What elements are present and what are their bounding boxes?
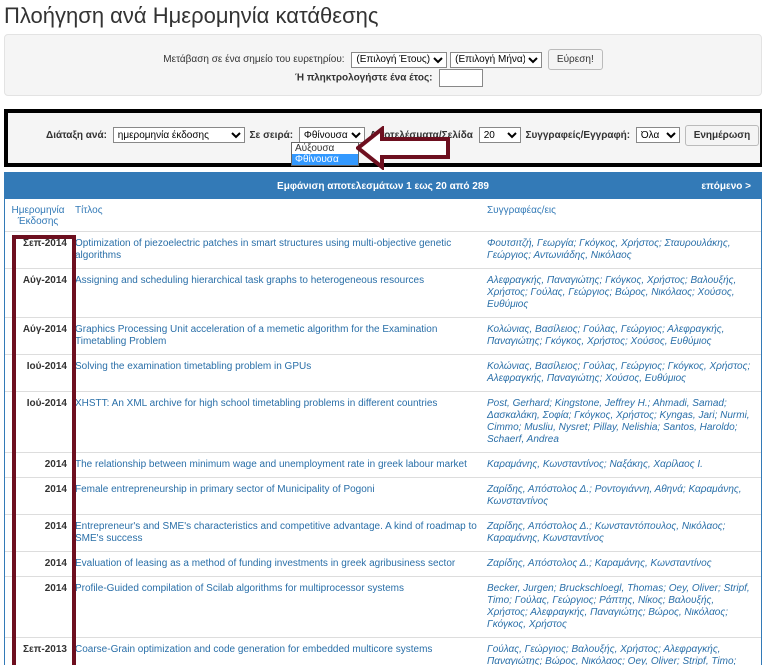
results-header: Εμφάνιση αποτελεσμάτων 1 εως 20 από 289 … [5, 173, 761, 199]
table-row: 2014 Evaluation of leasing as a method of… [5, 552, 761, 577]
item-title-link[interactable]: The relationship between minimum wage an… [75, 459, 467, 470]
item-authors[interactable]: Αλεφραγκής, Παναγιώτης; Γκόγκος, Χρήστος… [487, 275, 736, 310]
sort-by-label: Διάταξη ανά: [46, 130, 107, 141]
table-row: Ιού-2014 XHSTT: An XML archive for high s… [5, 392, 761, 453]
sort-by-select[interactable]: ημερομηνία έκδοσης [113, 127, 245, 143]
column-header-date[interactable]: Ημερομηνία Έκδοσης [5, 199, 71, 232]
row-authors: Ζαρίδης, Απόστολος Δ.; Καραμάνης, Κωνστα… [483, 552, 761, 577]
item-title-link[interactable]: Graphics Processing Unit acceleration of… [75, 324, 437, 347]
row-title: Solving the examination timetabling prob… [71, 355, 483, 392]
row-title: The relationship between minimum wage an… [71, 453, 483, 478]
order-option-descending[interactable]: Φθίνουσα [292, 154, 358, 165]
order-select[interactable]: Φθίνουσα [299, 127, 365, 143]
item-authors[interactable]: Ζαρίδης, Απόστολος Δ.; Κωνσταντόπουλος, … [487, 521, 725, 544]
item-authors[interactable]: Καραμάνης, Κωνσταντίνος; Ναξάκης, Χαρίλα… [487, 459, 703, 470]
row-authors: Ζαρίδης, Απόστολος Δ.; Κωνσταντόπουλος, … [483, 515, 761, 552]
row-authors: Καραμάνης, Κωνσταντίνος; Ναξάκης, Χαρίλα… [483, 453, 761, 478]
table-row: 2014 Female entrepreneurship in primary s… [5, 478, 761, 515]
row-title: Profile-Guided compilation of Scilab alg… [71, 577, 483, 638]
item-title-link[interactable]: XHSTT: An XML archive for high school ti… [75, 398, 437, 409]
row-date: 2014 [5, 453, 71, 478]
item-authors[interactable]: Φουτσιτζή, Γεωργία; Γκόγκος, Χρήστος; Στ… [487, 238, 730, 261]
row-date: Ιού-2014 [5, 392, 71, 453]
authors-per-record-label: Συγγραφείς/Εγγραφή: [525, 130, 630, 141]
item-title-link[interactable]: Entrepreneur's and SME's characteristics… [75, 521, 477, 544]
item-authors[interactable]: Becker, Jurgen; Bruckschloegl, Thomas; O… [487, 583, 750, 630]
row-title: Graphics Processing Unit acceleration of… [71, 318, 483, 355]
row-authors: Κολώνιας, Βασίλειος; Γούλας, Γεώργιος; Γ… [483, 355, 761, 392]
table-row: Αύγ-2014 Assigning and scheduling hierarc… [5, 269, 761, 318]
item-title-link[interactable]: Coarse-Grain optimization and code gener… [75, 644, 432, 655]
year-input[interactable] [439, 69, 483, 87]
results-table: Ημερομηνία Έκδοσης Τίτλος Συγγραφέας/εις… [5, 199, 761, 665]
results-per-page-select[interactable]: 20 [479, 127, 521, 143]
results-panel: Εμφάνιση αποτελεσμάτων 1 εως 20 από 289 … [4, 172, 762, 665]
item-authors[interactable]: Κολώνιας, Βασίλειος; Γούλας, Γεώργιος; Α… [487, 324, 724, 347]
update-button[interactable]: Ενημέρωση [685, 125, 760, 146]
page-title: Πλοήγηση ανά Ημερομηνία κατάθεσης [4, 3, 379, 29]
row-date: Ιού-2014 [5, 355, 71, 392]
browse-jump-panel: Μετάβαση σε ένα σημείο του ευρετηρίου: (… [4, 34, 762, 96]
row-title: Female entrepreneurship in primary secto… [71, 478, 483, 515]
row-date: 2014 [5, 515, 71, 552]
year-input-row: Ή πληκτρολογήστε ένα έτος: [295, 69, 483, 87]
row-title: Optimization of piezoelectric patches in… [71, 232, 483, 269]
next-page-link[interactable]: επόμενο > [701, 181, 751, 192]
row-title: Assigning and scheduling hierarchical ta… [71, 269, 483, 318]
row-authors: Αλεφραγκής, Παναγιώτης; Γκόγκος, Χρήστος… [483, 269, 761, 318]
item-title-link[interactable]: Solving the examination timetabling prob… [75, 361, 311, 372]
order-option-ascending[interactable]: Αύξουσα [292, 143, 358, 154]
row-authors: Γούλας, Γεώργιος; Βαλουξής, Χρήστος; Αλε… [483, 638, 761, 665]
table-row: Ιού-2014 Solving the examination timetabl… [5, 355, 761, 392]
column-header-authors[interactable]: Συγγραφέας/εις [483, 199, 761, 232]
table-row: 2014 The relationship between minimum wag… [5, 453, 761, 478]
jump-label: Μετάβαση σε ένα σημείο του ευρετηρίου: [163, 54, 344, 65]
item-authors[interactable]: Κολώνιας, Βασίλειος; Γούλας, Γεώργιος; Γ… [487, 361, 750, 384]
item-title-link[interactable]: Assigning and scheduling hierarchical ta… [75, 275, 424, 286]
row-title: XHSTT: An XML archive for high school ti… [71, 392, 483, 453]
row-title: Evaluation of leasing as a method of fun… [71, 552, 483, 577]
month-select[interactable]: (Επιλογή Μήνα) [450, 52, 542, 68]
row-date: Σεπ-2013 [5, 638, 71, 665]
item-title-link[interactable]: Profile-Guided compilation of Scilab alg… [75, 583, 404, 594]
table-row: 2014 Profile-Guided compilation of Scilab… [5, 577, 761, 638]
column-header-title[interactable]: Τίτλος [71, 199, 483, 232]
item-title-link[interactable]: Optimization of piezoelectric patches in… [75, 238, 451, 261]
find-button[interactable]: Εύρεση! [548, 49, 603, 70]
table-row: Αύγ-2014Graphics Processing Unit acceler… [5, 318, 761, 355]
row-date: Σεπ-2014 [5, 232, 71, 269]
item-authors[interactable]: Γούλας, Γεώργιος; Βαλουξής, Χρήστος; Αλε… [487, 644, 751, 665]
item-authors[interactable]: Post, Gerhard; Kingstone, Jeffrey H.; Ah… [487, 398, 750, 445]
row-date: 2014 [5, 478, 71, 515]
item-authors[interactable]: Ζαρίδης, Απόστολος Δ.; Ροντογιάννη, Αθην… [487, 484, 742, 507]
table-row: 2014Entrepreneur's and SME's characteris… [5, 515, 761, 552]
item-title-link[interactable]: Evaluation of leasing as a method of fun… [75, 558, 455, 569]
row-authors: Φουτσιτζή, Γεωργία; Γκόγκος, Χρήστος; Στ… [483, 232, 761, 269]
year-input-label: Ή πληκτρολογήστε ένα έτος: [295, 73, 433, 84]
row-authors: Ζαρίδης, Απόστολος Δ.; Ροντογιάννη, Αθην… [483, 478, 761, 515]
order-label: Σε σειρά: [250, 130, 294, 141]
item-title-link[interactable]: Female entrepreneurship in primary secto… [75, 484, 375, 495]
row-title: Coarse-Grain optimization and code gener… [71, 638, 483, 665]
authors-per-record-select[interactable]: Όλα [636, 127, 680, 143]
row-date: Αύγ-2014 [5, 269, 71, 318]
row-date: 2014 [5, 577, 71, 638]
row-date: Αύγ-2014 [5, 318, 71, 355]
row-date: 2014 [5, 552, 71, 577]
order-dropdown-list: Αύξουσα Φθίνουσα [291, 142, 359, 166]
row-authors: Becker, Jurgen; Bruckschloegl, Thomas; O… [483, 577, 761, 638]
jump-row: Μετάβαση σε ένα σημείο του ευρετηρίου: (… [5, 49, 761, 70]
year-select[interactable]: (Επιλογή Έτους) [351, 52, 447, 68]
table-row: Σεπ-2013 Coarse-Grain optimization and co… [5, 638, 761, 665]
row-authors: Post, Gerhard; Kingstone, Jeffrey H.; Ah… [483, 392, 761, 453]
table-header-row: Ημερομηνία Έκδοσης Τίτλος Συγγραφέας/εις [5, 199, 761, 232]
row-title: Entrepreneur's and SME's characteristics… [71, 515, 483, 552]
table-row: Σεπ-2014Optimization of piezoelectric pa… [5, 232, 761, 269]
item-authors[interactable]: Ζαρίδης, Απόστολος Δ.; Καραμάνης, Κωνστα… [487, 558, 712, 569]
row-authors: Κολώνιας, Βασίλειος; Γούλας, Γεώργιος; Α… [483, 318, 761, 355]
results-summary: Εμφάνιση αποτελεσμάτων 1 εως 20 από 289 [5, 181, 761, 192]
arrow-annotation-icon [356, 126, 452, 170]
